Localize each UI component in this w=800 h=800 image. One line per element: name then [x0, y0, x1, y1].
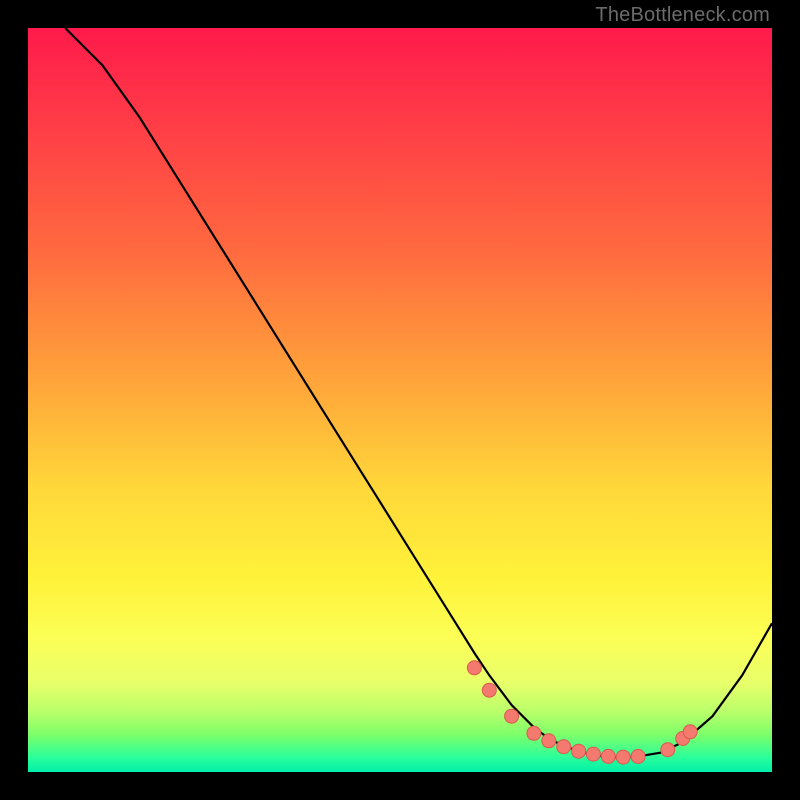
marker-group: [467, 661, 697, 764]
marker-dot: [601, 749, 615, 763]
plot-area: [28, 28, 772, 772]
marker-dot: [557, 740, 571, 754]
marker-dot: [631, 749, 645, 763]
marker-dot: [542, 734, 556, 748]
watermark-text: TheBottleneck.com: [595, 4, 770, 27]
marker-dot: [505, 709, 519, 723]
marker-dot: [661, 743, 675, 757]
marker-dot: [572, 744, 586, 758]
chart-frame: TheBottleneck.com: [0, 0, 800, 800]
marker-dot: [586, 747, 600, 761]
marker-dot: [683, 725, 697, 739]
chart-overlay: [28, 28, 772, 772]
marker-dot: [527, 726, 541, 740]
marker-dot: [482, 683, 496, 697]
curve-line: [65, 28, 772, 757]
marker-dot: [467, 661, 481, 675]
marker-dot: [616, 750, 630, 764]
